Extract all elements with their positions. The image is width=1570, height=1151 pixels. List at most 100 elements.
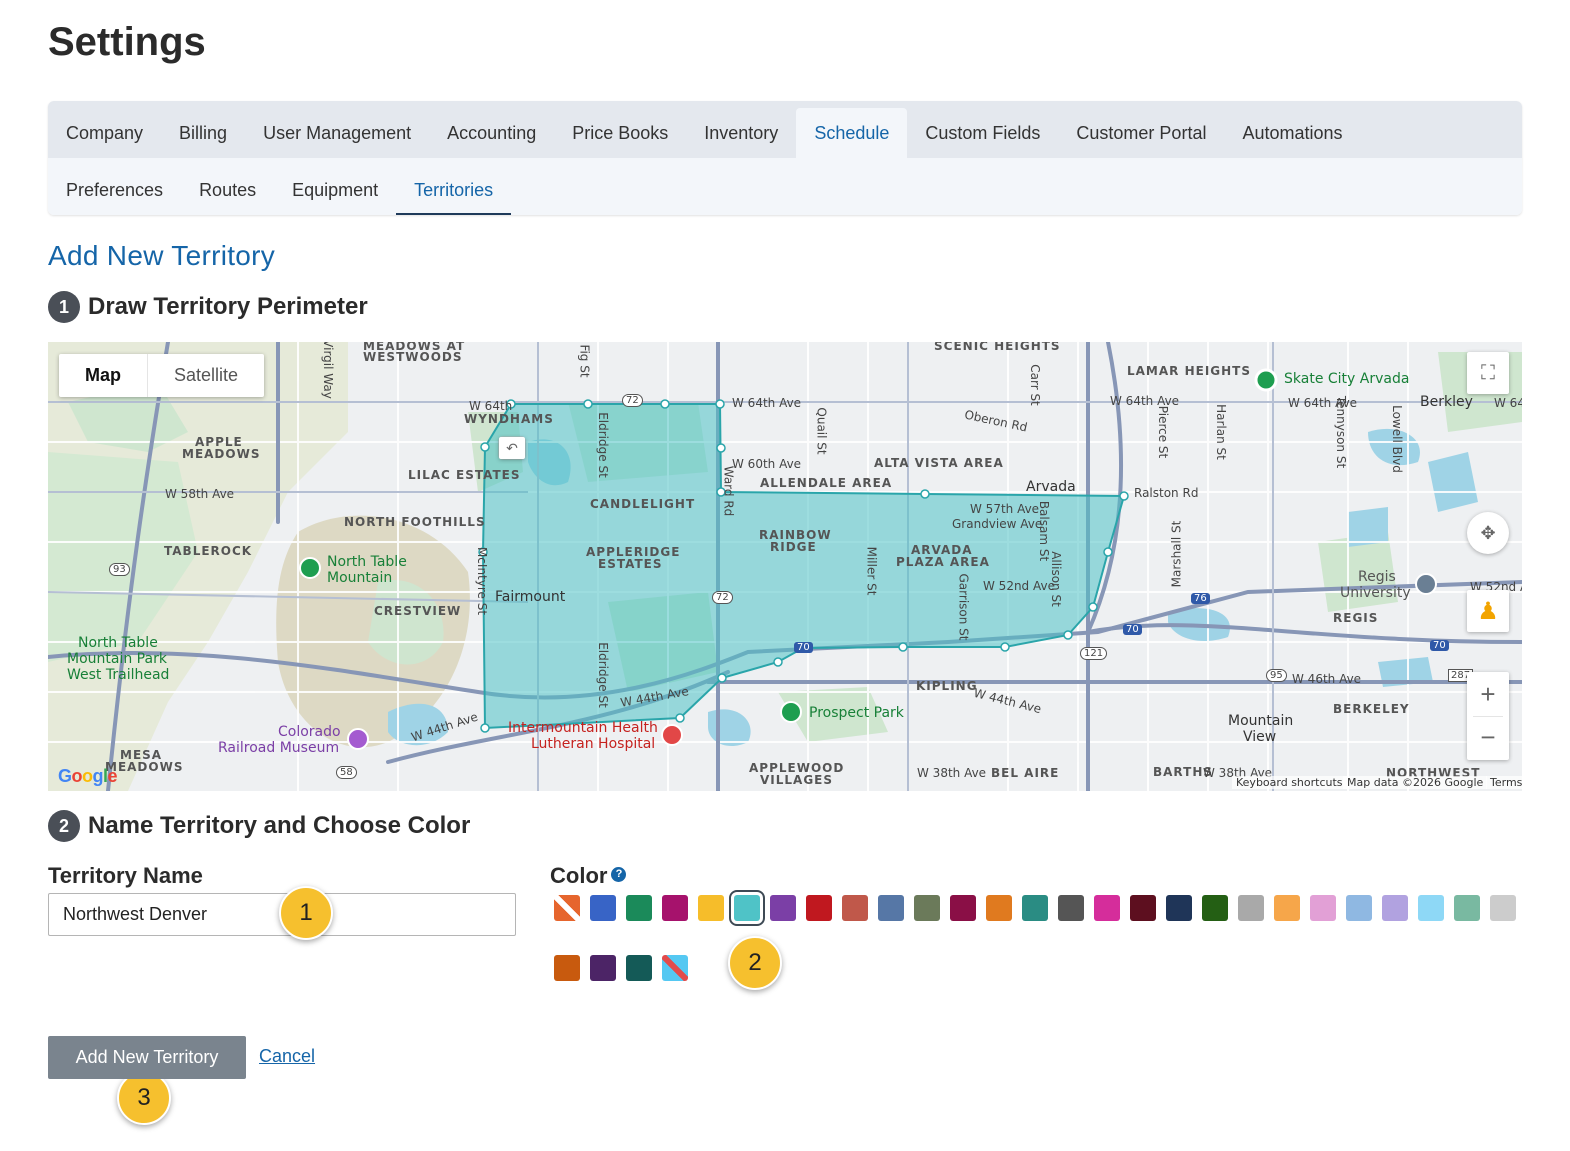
color-swatch[interactable] [698,895,724,921]
map-label: RIDGE [770,540,817,554]
color-swatch[interactable] [1094,895,1120,921]
move-arrows-icon: ✥ [1480,522,1496,543]
color-swatch[interactable] [1166,895,1192,921]
map-label: Ralston Rd [1134,486,1199,500]
color-swatch[interactable] [914,895,940,921]
map-label: BERKELEY [1333,702,1410,716]
color-swatch[interactable] [626,895,652,921]
color-swatch[interactable] [1490,895,1516,921]
map-label: W 64t [1494,396,1522,410]
color-swatch[interactable] [1310,895,1336,921]
shield-72-south: 72 [712,591,733,604]
shield-i70-a: 70 [794,642,813,653]
shield-121: 121 [1080,647,1108,660]
step-number-badge: 1 [48,291,80,323]
cancel-link[interactable]: Cancel [259,1046,315,1067]
map-type-map-button[interactable]: Map [59,354,148,397]
street-view-pegman[interactable]: ♟ [1467,590,1509,632]
map-label: W 52nd Ave [983,579,1055,593]
map-label: ESTATES [598,557,663,571]
color-swatch[interactable] [626,955,652,981]
map-type-toggle: Map Satellite [59,354,265,397]
map-label: Eldridge St [595,412,610,478]
shield-72-north: 72 [622,394,643,407]
map-label: LILAC ESTATES [408,468,521,482]
color-swatch[interactable] [1454,895,1480,921]
map-label: Lutheran Hospital [531,736,656,752]
keyboard-shortcuts-link[interactable]: Keyboard shortcuts [1232,776,1347,789]
color-swatch[interactable] [1418,895,1444,921]
subtab-territories[interactable]: Territories [396,158,512,215]
map-label: W 64th [469,399,513,413]
fullscreen-button[interactable]: ⛶ [1467,352,1509,394]
google-logo: Google [58,766,118,786]
subtab-preferences[interactable]: Preferences [48,158,181,215]
map-label: W 57th Ave [970,502,1040,516]
map-label: PLAZA AREA [896,555,990,569]
color-swatch[interactable] [1346,895,1372,921]
map-data-attribution: Map data ©2026 Google [1343,776,1488,789]
map-type-satellite-button[interactable]: Satellite [148,354,264,397]
terms-link[interactable]: Terms [1486,776,1522,789]
shield-i70-c: 70 [1430,640,1449,651]
map-label: North Table [78,635,158,651]
color-swatch[interactable] [986,895,1012,921]
color-swatch[interactable] [590,955,616,981]
color-swatch[interactable] [1130,895,1156,921]
color-swatch[interactable] [1274,895,1300,921]
tab-company[interactable]: Company [48,108,161,158]
subtab-routes[interactable]: Routes [181,158,274,215]
color-swatch[interactable] [554,955,580,981]
color-swatch[interactable] [1058,895,1084,921]
tab-automations[interactable]: Automations [1224,108,1360,158]
color-swatch[interactable] [729,890,765,926]
tab-billing[interactable]: Billing [161,108,245,158]
map-label: ALLENDALE AREA [760,476,893,490]
color-swatch[interactable] [842,895,868,921]
undo-edit-button[interactable]: ↶ [499,437,525,459]
map-label: Grandview Ave [952,517,1043,531]
color-swatch[interactable] [1238,895,1264,921]
subtab-equipment[interactable]: Equipment [274,158,396,215]
color-swatch[interactable] [770,895,796,921]
color-swatch[interactable] [590,895,616,921]
map-label: W 58th Ave [165,487,235,501]
color-swatch[interactable] [1382,895,1408,921]
undo-icon: ↶ [506,439,518,456]
map-label: North Table [327,554,407,570]
map-label: W 46th Ave [1292,672,1362,686]
territory-map[interactable]: 72 72 93 121 95 58 70 70 70 76 287 MEADO… [48,342,1522,791]
color-swatch[interactable] [950,895,976,921]
color-swatch[interactable] [1022,895,1048,921]
zoom-out-button[interactable]: − [1473,716,1503,760]
shield-i70-b: 70 [1123,624,1142,635]
zoom-in-button[interactable]: + [1480,672,1495,716]
color-swatch[interactable] [806,895,832,921]
tab-user-management[interactable]: User Management [245,108,429,158]
color-swatch[interactable] [662,895,688,921]
tab-accounting[interactable]: Accounting [429,108,554,158]
page-title: Settings [48,20,206,64]
map-label: LAMAR HEIGHTS [1127,364,1252,378]
tab-inventory[interactable]: Inventory [686,108,796,158]
camera-control-button[interactable]: ✥ [1467,512,1509,554]
secondary-tabs: Preferences Routes Equipment Territories [48,158,1522,215]
color-swatch[interactable] [878,895,904,921]
map-label: REGIS [1333,611,1379,625]
step-number-badge: 2 [48,810,80,842]
territory-name-label: Territory Name [48,863,203,888]
add-territory-button[interactable]: Add New Territory [48,1036,246,1079]
tab-schedule[interactable]: Schedule [796,108,908,158]
tab-customer-portal[interactable]: Customer Portal [1058,108,1224,158]
tab-price-books[interactable]: Price Books [554,108,686,158]
color-label: Color? [550,863,627,889]
color-swatch[interactable] [554,895,580,921]
map-label: Eldridge St [595,642,610,708]
color-swatch[interactable] [662,955,688,981]
color-label-text: Color [550,863,608,888]
map-label: Regis [1358,569,1396,585]
help-icon[interactable]: ? [611,866,627,882]
color-swatch[interactable] [1202,895,1228,921]
map-label: SCENIC HEIGHTS [934,342,1061,353]
tab-custom-fields[interactable]: Custom Fields [907,108,1058,158]
